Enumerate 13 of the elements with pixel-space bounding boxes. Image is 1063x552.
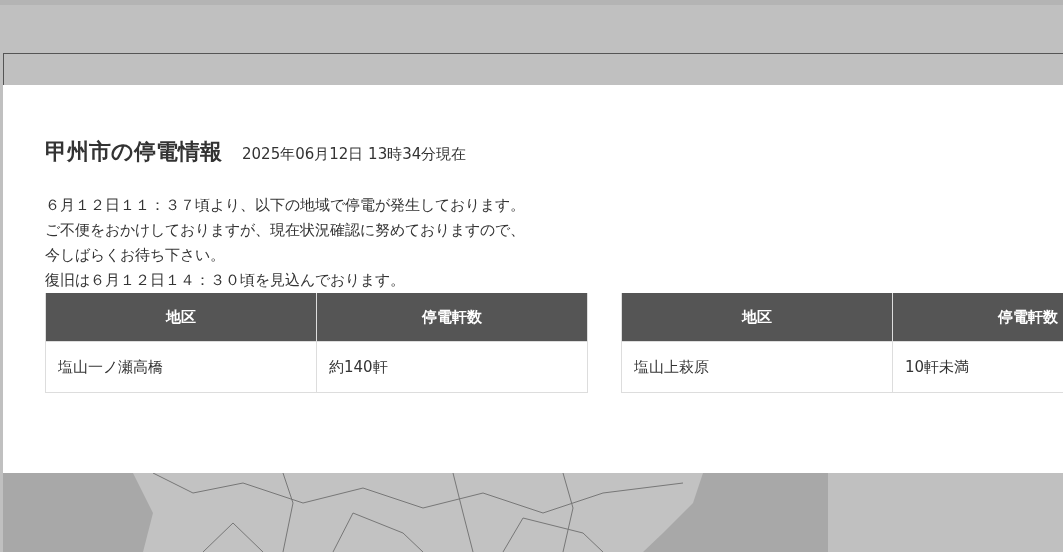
notice-text: 復旧は６月１２日１４：３０頃を見込んでおります。 (45, 270, 405, 291)
notice-text: ご不便をおかけしておりますが、現在状況確認に努めておりますので、 (45, 220, 525, 241)
table-cell: 塩山一ノ瀬高橋 (45, 341, 317, 393)
notice-text: ６月１２日１１：３７頃より、以下の地域で停電が発生しております。 (45, 195, 525, 216)
column-header: 停電軒数 (316, 293, 588, 342)
modal-title: 甲州市の停電情報 (45, 138, 222, 166)
column-header: 地区 (45, 293, 317, 342)
column-header: 地区 (621, 293, 893, 342)
column-header: 停電軒数 (892, 293, 1063, 342)
table-cell: 約140軒 (316, 341, 588, 393)
table-cell: 塩山上萩原 (621, 341, 893, 393)
notice-text: 今しばらくお待ち下さい。 (45, 245, 225, 266)
timestamp: 2025年06月12日 13時34分現在 (242, 145, 467, 164)
